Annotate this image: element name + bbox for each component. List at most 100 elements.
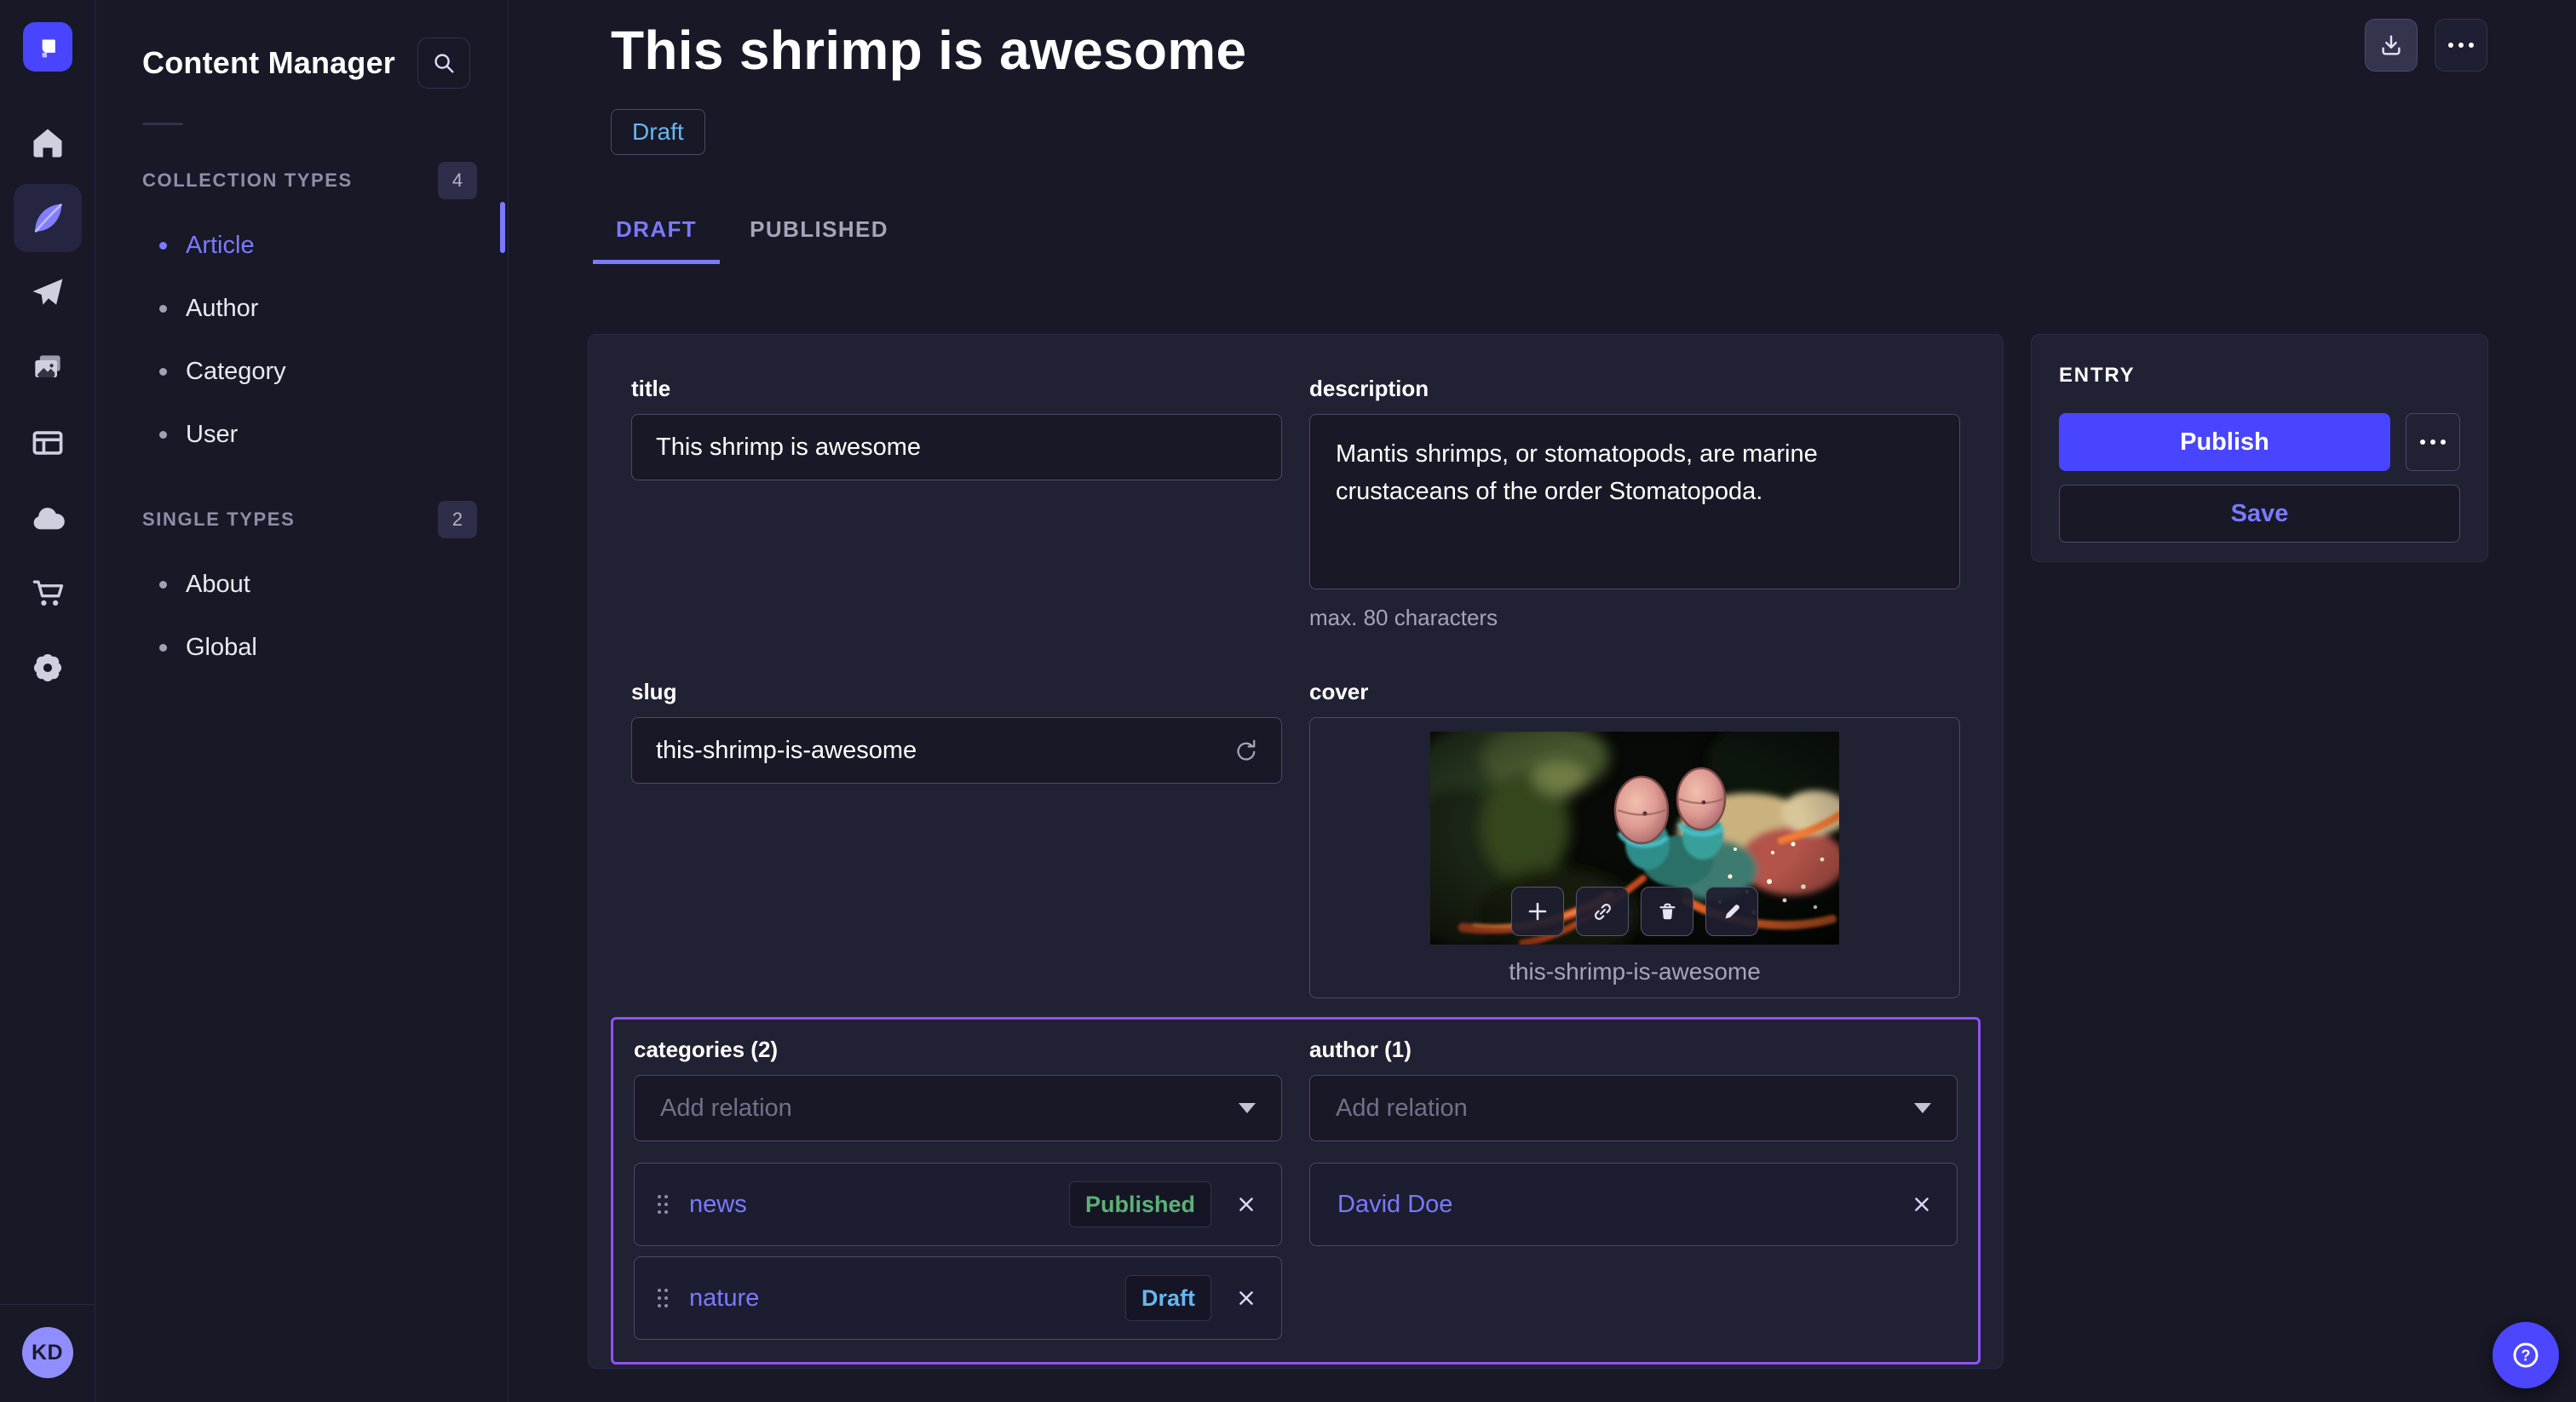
help-button[interactable]: ? [2493,1322,2559,1388]
sidebar-item-author[interactable]: Author [96,277,508,340]
copy-link-button[interactable] [1576,887,1629,936]
sidebar-item-user[interactable]: User [96,403,508,466]
cover-actions [1511,887,1758,936]
ellipsis-icon [2420,440,2446,445]
author-field: author (1) Add relation David Doe [1309,1037,1958,1340]
status-badge: Draft [611,109,705,155]
section-count-badge: 4 [438,162,477,199]
main-content: This shrimp is awesome Draft DRAFT PUBLI… [509,0,2576,1402]
field-label: author (1) [1309,1037,1958,1063]
cover-caption: this-shrimp-is-awesome [1509,958,1761,985]
field-label: title [631,376,1282,402]
close-icon [1237,1289,1256,1307]
field-label: categories (2) [634,1037,1282,1063]
title-field: title This shrimp is awesome [631,376,1282,631]
paper-plane-icon[interactable] [14,259,82,327]
chevron-down-icon [1914,1103,1931,1113]
relation-link[interactable]: news [689,1191,747,1219]
strapi-app: KD Content Manager COLLECTION TYPES 4 [0,0,2576,1402]
rail-nav [14,109,82,702]
chevron-down-icon [1239,1103,1256,1113]
plus-icon [1527,900,1549,922]
cover-preview-card: this-shrimp-is-awesome [1309,717,1960,998]
remove-relation-button[interactable] [1237,1195,1256,1214]
bullet-icon [159,581,167,589]
title-input[interactable]: This shrimp is awesome [631,414,1282,480]
home-icon[interactable] [14,109,82,177]
categories-add-relation-select[interactable]: Add relation [634,1075,1282,1141]
edit-form-panel: title This shrimp is awesome description… [588,334,2004,1369]
relation-link[interactable]: David Doe [1337,1191,1452,1219]
slug-input[interactable]: this-shrimp-is-awesome [631,717,1282,784]
entry-more-button[interactable] [2406,413,2460,471]
media-library-icon[interactable] [14,334,82,402]
search-icon [431,50,457,76]
page-title: This shrimp is awesome [611,19,1246,82]
divider [142,123,183,125]
bullet-icon [159,644,167,652]
description-helper: max. 80 characters [1309,605,1960,631]
close-icon [1912,1195,1931,1214]
relation-status-badge: Draft [1125,1275,1211,1321]
section-count-badge: 2 [438,501,477,538]
svg-text:?: ? [2521,1347,2531,1365]
section-label: COLLECTION TYPES [142,170,353,192]
bullet-icon [159,368,167,376]
cloud-icon[interactable] [14,484,82,552]
scroll-indicator[interactable] [500,202,505,253]
description-textarea[interactable]: Mantis shrimps, or stomatopods, are mari… [1309,414,1960,589]
content-manager-quill-icon[interactable] [14,184,82,252]
tab-published[interactable]: PUBLISHED [727,201,911,264]
sidebar-item-about[interactable]: About [96,553,508,616]
slug-field: slug this-shrimp-is-awesome [631,679,1282,998]
search-button[interactable] [417,37,470,89]
header-actions [2365,19,2487,72]
layouts-icon[interactable] [14,409,82,477]
save-button[interactable]: Save [2059,485,2460,543]
cart-icon[interactable] [14,559,82,627]
field-label: description [1309,376,1960,402]
drag-handle-icon[interactable] [657,1288,669,1308]
settings-gear-icon[interactable] [14,634,82,702]
collection-types-section: COLLECTION TYPES 4 Article Author Catego… [96,161,508,466]
field-label: cover [1309,679,1960,705]
close-icon [1237,1195,1256,1214]
drag-handle-icon[interactable] [657,1194,669,1215]
publish-button[interactable]: Publish [2059,413,2390,471]
tab-draft[interactable]: DRAFT [593,201,720,264]
entry-panel: ENTRY Publish Save [2031,334,2488,562]
sidebar-item-global[interactable]: Global [96,616,508,679]
download-button[interactable] [2365,19,2418,72]
strapi-logo-icon[interactable] [23,22,72,72]
sub-sidebar: Content Manager COLLECTION TYPES 4 Artic… [96,0,509,1402]
trash-icon [1658,902,1677,922]
cover-field: cover [1309,679,1960,998]
relations-highlight-zone: categories (2) Add relation [611,1017,1981,1365]
delete-asset-button[interactable] [1641,887,1693,936]
author-add-relation-select[interactable]: Add relation [1309,1075,1958,1141]
ellipsis-icon [2448,43,2474,48]
section-label: SINGLE TYPES [142,509,295,531]
download-icon [2378,32,2404,58]
more-options-button[interactable] [2435,19,2487,72]
field-label: slug [631,679,1282,705]
description-field: description Mantis shrimps, or stomatopo… [1309,376,1960,631]
avatar[interactable]: KD [22,1327,73,1378]
edit-asset-button[interactable] [1705,887,1758,936]
remove-relation-button[interactable] [1912,1195,1931,1214]
relation-status-badge: Published [1069,1181,1211,1227]
link-icon [1592,901,1613,922]
regenerate-icon[interactable] [1232,738,1257,763]
sidebar-item-article[interactable]: Article [96,214,508,277]
version-tabs: DRAFT PUBLISHED [593,201,911,264]
add-asset-button[interactable] [1511,887,1564,936]
pencil-icon [1722,902,1742,922]
sidebar-title: Content Manager [142,45,395,81]
remove-relation-button[interactable] [1237,1289,1256,1307]
relation-row-news: news Published [634,1163,1282,1246]
cover-image[interactable] [1430,732,1839,945]
bullet-icon [159,431,167,439]
sidebar-item-category[interactable]: Category [96,340,508,403]
relation-link[interactable]: nature [689,1284,759,1313]
relation-row-nature: nature Draft [634,1256,1282,1340]
